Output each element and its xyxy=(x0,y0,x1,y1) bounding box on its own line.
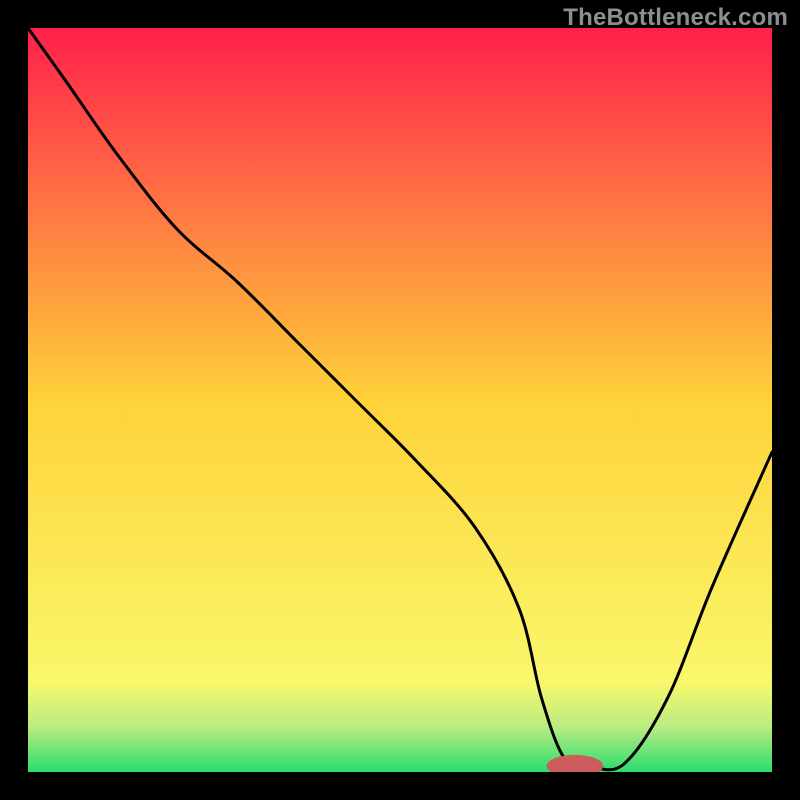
bottleneck-chart xyxy=(28,28,772,772)
chart-frame: TheBottleneck.com xyxy=(0,0,800,800)
gradient-background xyxy=(28,28,772,772)
